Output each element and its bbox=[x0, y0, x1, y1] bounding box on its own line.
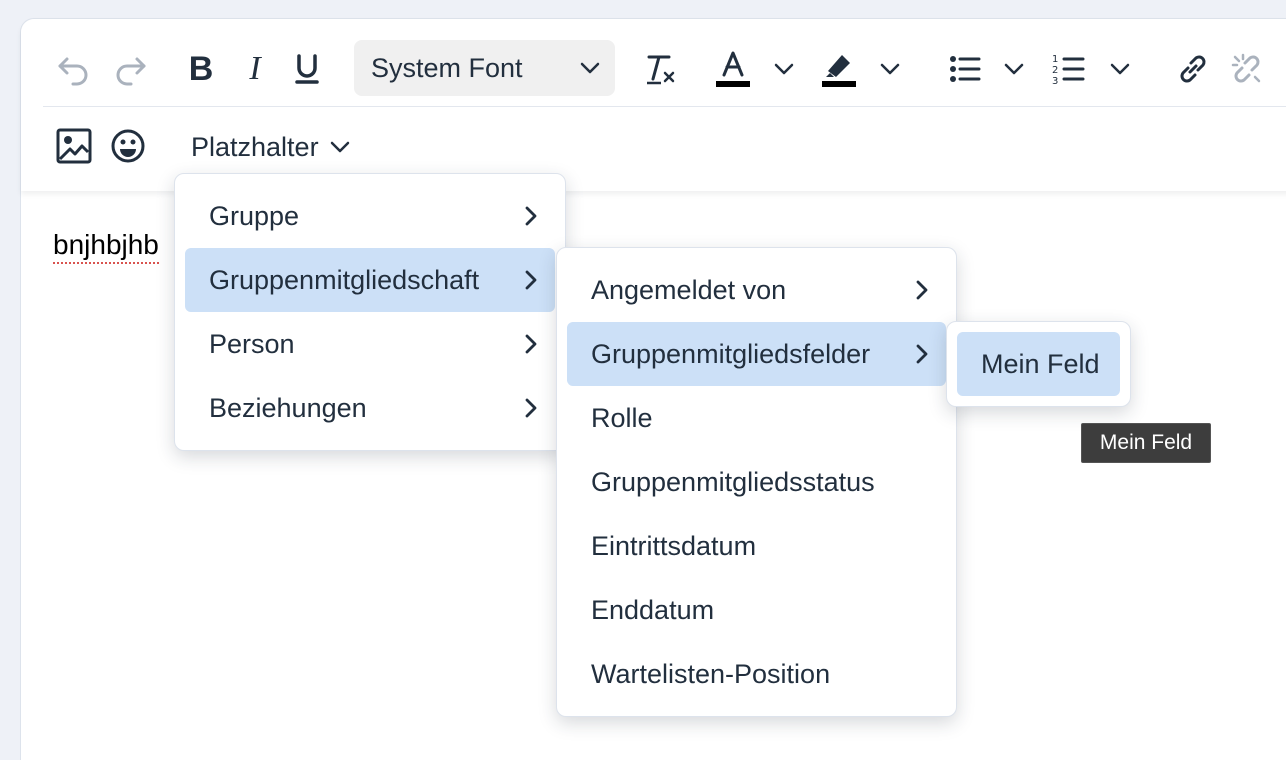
font-family-value: System Font bbox=[371, 52, 523, 83]
menu-item-beziehungen[interactable]: Beziehungen bbox=[185, 376, 555, 440]
menu-item-label: Enddatum bbox=[591, 594, 715, 625]
highlight-icon[interactable] bbox=[817, 45, 861, 91]
chevron-down-icon bbox=[330, 141, 349, 153]
highlight-dropdown-icon[interactable] bbox=[879, 59, 901, 79]
font-family-select[interactable]: System Font bbox=[354, 40, 615, 96]
bullet-list-icon[interactable] bbox=[943, 47, 987, 91]
menu-item-mein-feld[interactable]: Mein Feld bbox=[957, 332, 1120, 396]
menu-item-label: Gruppenmitgliedschaft bbox=[209, 264, 480, 295]
undo-icon[interactable] bbox=[51, 47, 95, 91]
menu-item-eintrittsdatum[interactable]: Eintrittsdatum bbox=[567, 514, 946, 578]
menu-item-label: Mein Feld bbox=[981, 348, 1100, 379]
italic-icon[interactable]: I bbox=[235, 47, 275, 91]
toolbar-row-divider bbox=[43, 106, 1286, 107]
numbered-list-icon[interactable]: 123 bbox=[1047, 47, 1091, 91]
menu-item-gruppenmitgliedsstatus[interactable]: Gruppenmitgliedsstatus bbox=[567, 450, 946, 514]
menu-item-gruppenmitgliedsfelder[interactable]: Gruppenmitgliedsfelder bbox=[567, 322, 946, 386]
numbered-list-dropdown-icon[interactable] bbox=[1109, 59, 1131, 79]
chevron-right-icon bbox=[525, 206, 537, 226]
link-icon[interactable] bbox=[1171, 47, 1215, 91]
placeholder-menu: Gruppe Gruppenmitgliedschaft Person Bezi… bbox=[174, 173, 566, 451]
group-membership-submenu: Angemeldet von Gruppenmitgliedsfelder Ro… bbox=[556, 247, 957, 717]
text-color-dropdown-icon[interactable] bbox=[773, 59, 795, 79]
menu-item-label: Person bbox=[209, 328, 295, 359]
svg-text:2: 2 bbox=[1052, 65, 1058, 76]
svg-text:1: 1 bbox=[1052, 54, 1058, 65]
svg-text:3: 3 bbox=[1052, 76, 1058, 87]
chevron-down-icon bbox=[580, 62, 600, 74]
menu-item-label: Wartelisten-Position bbox=[591, 658, 831, 689]
menu-item-label: Gruppenmitgliedsfelder bbox=[591, 338, 871, 369]
bullet-list-dropdown-icon[interactable] bbox=[1003, 59, 1025, 79]
menu-item-label: Angemeldet von bbox=[591, 274, 787, 305]
editor-toolbar: B I System Font 123 Platzhalter bbox=[21, 19, 1286, 191]
menu-item-rolle[interactable]: Rolle bbox=[567, 386, 946, 450]
emoji-icon[interactable] bbox=[107, 125, 149, 167]
tooltip: Mein Feld bbox=[1081, 423, 1211, 463]
menu-item-label: Gruppenmitgliedsstatus bbox=[591, 466, 875, 497]
unlink-icon[interactable] bbox=[1225, 47, 1269, 91]
chevron-right-icon bbox=[525, 398, 537, 418]
chevron-right-icon bbox=[525, 334, 537, 354]
bold-icon[interactable]: B bbox=[181, 47, 221, 91]
chevron-right-icon bbox=[916, 344, 928, 364]
menu-item-gruppenmitgliedschaft[interactable]: Gruppenmitgliedschaft bbox=[185, 248, 555, 312]
chevron-right-icon bbox=[525, 270, 537, 290]
chevron-right-icon bbox=[916, 280, 928, 300]
menu-item-label: Gruppe bbox=[209, 200, 300, 231]
image-icon[interactable] bbox=[53, 125, 95, 167]
menu-item-label: Beziehungen bbox=[209, 392, 367, 423]
menu-item-label: Rolle bbox=[591, 402, 653, 433]
placeholder-menu-label: Platzhalter bbox=[191, 131, 319, 162]
menu-item-wartelisten-position[interactable]: Wartelisten-Position bbox=[567, 642, 946, 706]
misspelled-word[interactable]: bnjhbjhb bbox=[53, 229, 159, 264]
text-color-icon[interactable] bbox=[711, 45, 755, 91]
menu-item-gruppe[interactable]: Gruppe bbox=[185, 184, 555, 248]
menu-item-label: Eintrittsdatum bbox=[591, 530, 757, 561]
placeholder-menu-button[interactable]: Platzhalter bbox=[191, 127, 351, 167]
menu-item-person[interactable]: Person bbox=[185, 312, 555, 376]
clear-formatting-icon[interactable] bbox=[639, 47, 683, 91]
member-fields-submenu: Mein Feld bbox=[946, 321, 1131, 407]
redo-icon[interactable] bbox=[109, 47, 153, 91]
menu-item-angemeldet-von[interactable]: Angemeldet von bbox=[567, 258, 946, 322]
editor-content[interactable]: bnjhbjhb bbox=[53, 229, 159, 264]
underline-icon[interactable] bbox=[287, 47, 327, 91]
menu-item-enddatum[interactable]: Enddatum bbox=[567, 578, 946, 642]
